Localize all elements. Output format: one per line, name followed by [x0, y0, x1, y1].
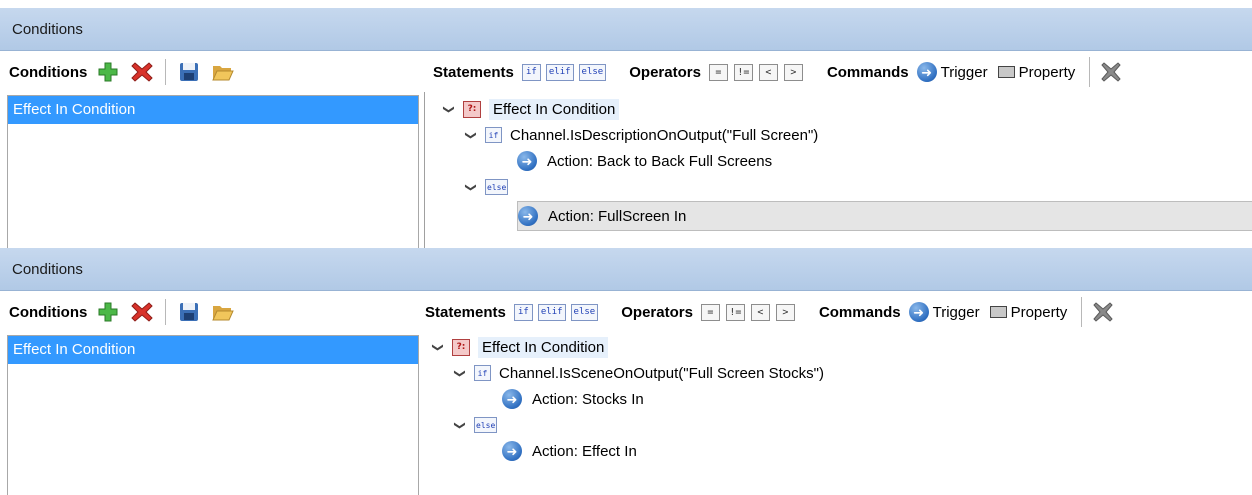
- commands-label: Commands: [826, 63, 909, 81]
- trigger-label: Trigger: [940, 63, 988, 81]
- chevron-down-icon[interactable]: ❯: [454, 417, 467, 433]
- delete-statement-icon[interactable]: [1090, 299, 1116, 325]
- tree-node-if[interactable]: ❯ if Channel.IsDescriptionOnOutput("Full…: [463, 122, 819, 148]
- panel-body: Conditions Effect In Condition Statement…: [0, 292, 1252, 495]
- chevron-down-icon[interactable]: ❯: [443, 101, 456, 117]
- operators-label: Operators: [629, 63, 701, 81]
- tree-node-label: Channel.IsDescriptionOnOutput("Full Scre…: [510, 126, 819, 144]
- property-command-button[interactable]: Property: [989, 303, 1068, 321]
- not-equals-operator-button[interactable]: !=: [725, 303, 745, 321]
- elif-statement-button[interactable]: elif: [537, 303, 566, 321]
- less-than-operator-button[interactable]: <: [758, 63, 778, 81]
- less-than-operator-button[interactable]: <: [750, 303, 770, 321]
- if-icon: if: [485, 127, 502, 143]
- green-plus-icon[interactable]: [95, 59, 121, 85]
- arrow-right-circle-icon: ➜: [518, 206, 538, 226]
- trigger-label: Trigger: [932, 303, 980, 321]
- condition-icon: ?:: [452, 338, 470, 356]
- else-statement-button[interactable]: else: [578, 63, 607, 81]
- tree-node-else[interactable]: ❯ else: [463, 174, 516, 200]
- property-command-button[interactable]: Property: [997, 63, 1076, 81]
- toolbar-separator: [1089, 57, 1091, 87]
- tree-node-label: Action: Back to Back Full Screens: [547, 152, 773, 170]
- conditions-panel-top: Conditions Conditions Effect In Conditio…: [0, 8, 1252, 248]
- else-statement-button[interactable]: else: [570, 303, 599, 321]
- condition-tree[interactable]: ❯ ?: Effect In Condition ❯ if Channel.Is…: [424, 92, 1252, 248]
- statements-label: Statements: [433, 63, 514, 81]
- condition-icon: ?:: [463, 100, 481, 118]
- property-label: Property: [1010, 303, 1068, 321]
- tree-node-label: Channel.IsSceneOnOutput("Full Screen Sto…: [499, 364, 824, 382]
- commands-label: Commands: [818, 303, 901, 321]
- conditions-toolbar: Conditions: [0, 292, 420, 332]
- toolbar-separator: [165, 59, 167, 85]
- trigger-command-button[interactable]: ➜ Trigger: [916, 62, 988, 82]
- red-x-icon[interactable]: [129, 299, 155, 325]
- if-icon: if: [474, 365, 491, 381]
- green-plus-icon[interactable]: [95, 299, 121, 325]
- arrow-right-circle-icon: ➜: [908, 302, 929, 322]
- equals-operator-button[interactable]: =: [708, 63, 728, 81]
- tree-node-if[interactable]: ❯ if Channel.IsSceneOnOutput("Full Scree…: [452, 360, 824, 386]
- toolbar-separator: [165, 299, 167, 325]
- toolbar-title: Conditions: [9, 63, 88, 81]
- floppy-disk-icon[interactable]: [176, 299, 202, 325]
- tree-node-label: Action: FullScreen In: [548, 207, 687, 225]
- delete-statement-icon[interactable]: [1098, 59, 1124, 85]
- arrow-right-circle-icon: ➜: [502, 389, 522, 409]
- chevron-down-icon[interactable]: ❯: [465, 127, 478, 143]
- arrow-right-circle-icon: ➜: [502, 441, 522, 461]
- tree-node-label: Action: Stocks In: [532, 390, 644, 408]
- statement-toolbar: Statements if elif else Operators = != <…: [425, 292, 1116, 332]
- property-icon: [989, 306, 1007, 318]
- tree-node-else[interactable]: ❯ else: [452, 412, 505, 438]
- tree-node-root[interactable]: ❯ ?: Effect In Condition: [430, 334, 609, 360]
- toolbar-title: Conditions: [9, 303, 88, 321]
- conditions-list[interactable]: Effect In Condition: [7, 95, 419, 248]
- list-item[interactable]: Effect In Condition: [8, 336, 418, 364]
- tree-node-label: Action: Effect In: [532, 442, 637, 460]
- panel-body: Conditions Effect In Condition Statement…: [0, 52, 1252, 248]
- condition-tree[interactable]: ❯ ?: Effect In Condition ❯ if Channel.Is…: [418, 332, 1252, 495]
- list-item[interactable]: Effect In Condition: [8, 96, 418, 124]
- elif-statement-button[interactable]: elif: [545, 63, 574, 81]
- conditions-list[interactable]: Effect In Condition: [7, 335, 419, 495]
- tree-node-label: Effect In Condition: [478, 336, 609, 358]
- property-icon: [997, 66, 1015, 78]
- if-statement-button[interactable]: if: [521, 63, 541, 81]
- else-icon: else: [474, 417, 498, 433]
- conditions-panel-bottom: Conditions Conditions Effect In Conditio…: [0, 248, 1252, 495]
- panel-header: Conditions: [0, 248, 1252, 291]
- tree-node-label: Effect In Condition: [489, 98, 620, 120]
- statement-toolbar: Statements if elif else Operators = != <…: [433, 52, 1124, 92]
- chevron-down-icon[interactable]: ❯: [454, 365, 467, 381]
- floppy-disk-icon[interactable]: [176, 59, 202, 85]
- arrow-right-circle-icon: ➜: [517, 151, 537, 171]
- panel-header: Conditions: [0, 8, 1252, 51]
- toolbar-separator: [1081, 297, 1083, 327]
- not-equals-operator-button[interactable]: !=: [733, 63, 753, 81]
- trigger-command-button[interactable]: ➜ Trigger: [908, 302, 980, 322]
- statements-label: Statements: [425, 303, 506, 321]
- greater-than-operator-button[interactable]: >: [783, 63, 803, 81]
- tree-node-action[interactable]: ➜ Action: Stocks In: [502, 386, 644, 412]
- folder-open-icon[interactable]: [210, 299, 236, 325]
- red-x-icon[interactable]: [129, 59, 155, 85]
- chevron-down-icon[interactable]: ❯: [432, 339, 445, 355]
- operators-label: Operators: [621, 303, 693, 321]
- conditions-toolbar: Conditions: [0, 52, 420, 92]
- greater-than-operator-button[interactable]: >: [775, 303, 795, 321]
- if-statement-button[interactable]: if: [513, 303, 533, 321]
- tree-node-action[interactable]: ➜ Action: Back to Back Full Screens: [517, 148, 772, 174]
- property-label: Property: [1018, 63, 1076, 81]
- equals-operator-button[interactable]: =: [700, 303, 720, 321]
- arrow-right-circle-icon: ➜: [916, 62, 937, 82]
- tree-node-action[interactable]: ➜ Action: Effect In: [502, 438, 637, 464]
- tree-node-root[interactable]: ❯ ?: Effect In Condition: [441, 96, 620, 122]
- folder-open-icon[interactable]: [210, 59, 236, 85]
- chevron-down-icon[interactable]: ❯: [465, 179, 478, 195]
- tree-node-action-selected[interactable]: ➜ Action: FullScreen In: [517, 201, 1252, 231]
- else-icon: else: [485, 179, 509, 195]
